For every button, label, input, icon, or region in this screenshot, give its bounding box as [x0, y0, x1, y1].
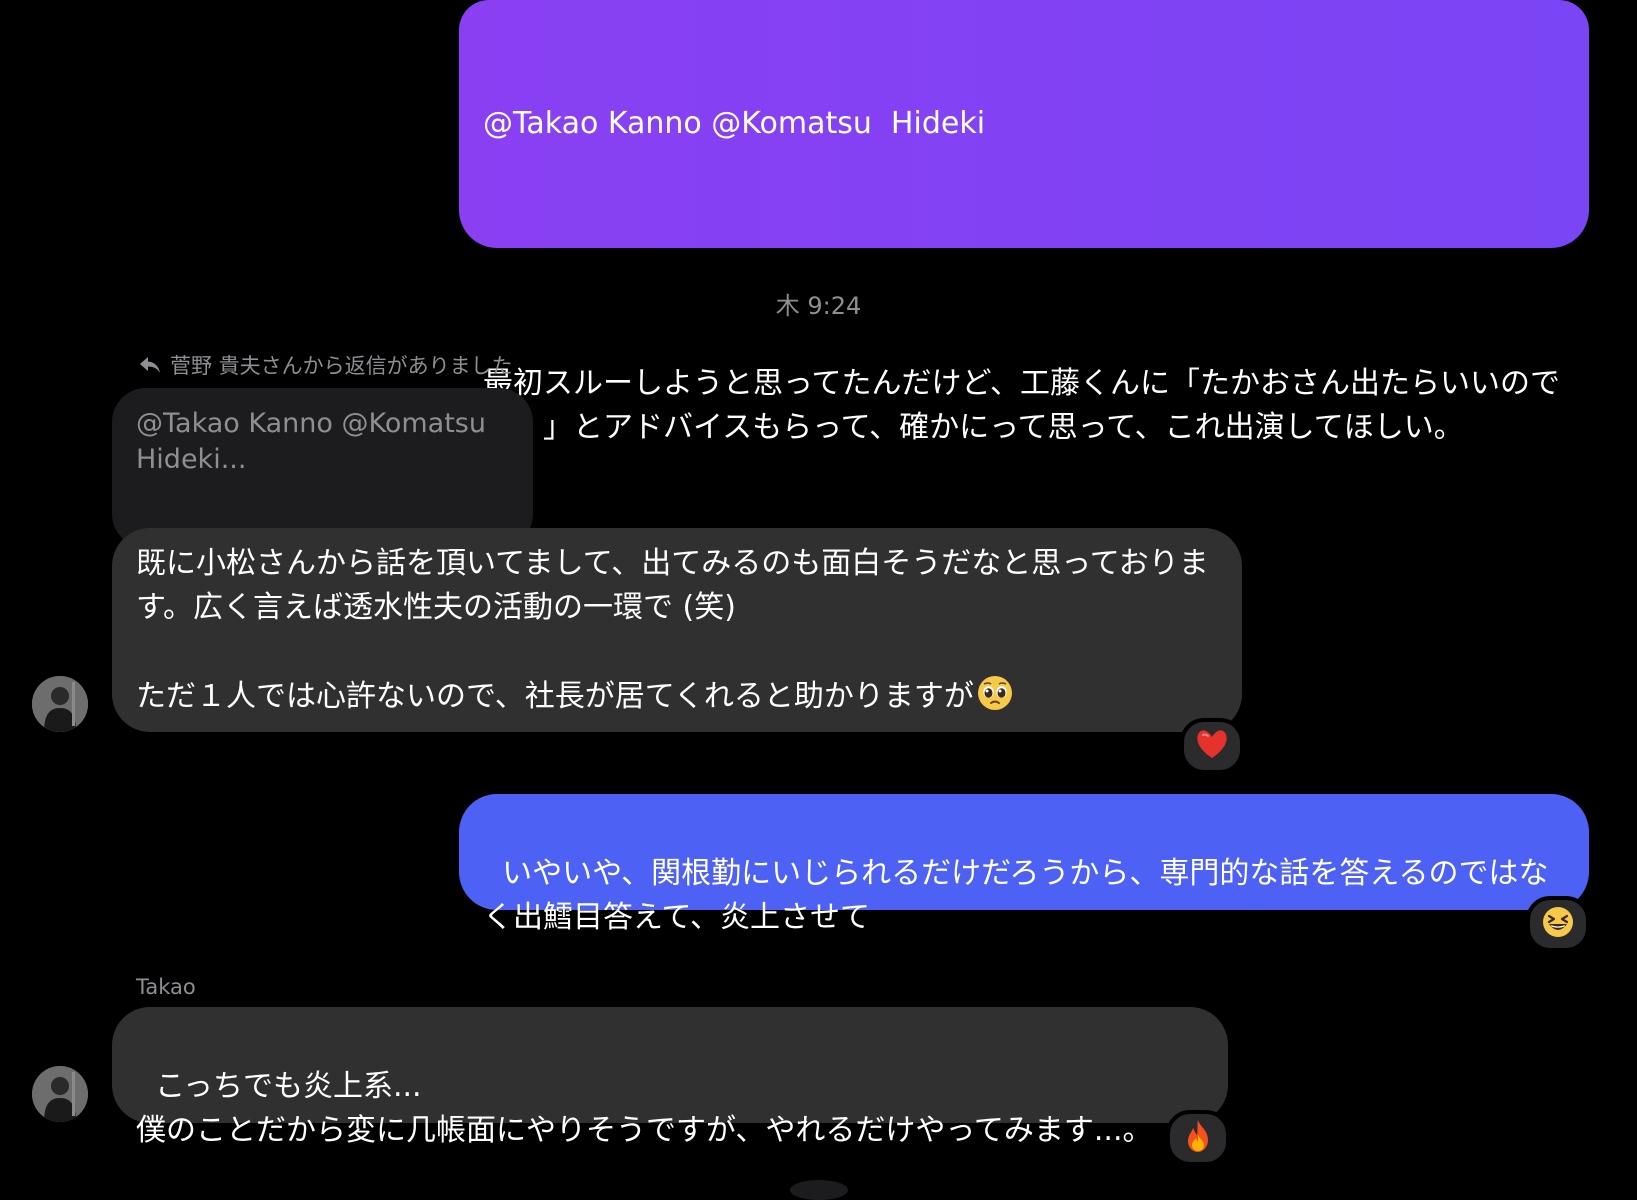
reaction-badge-grinning[interactable] — [1526, 896, 1590, 952]
grinning-squinting-face-icon — [1542, 906, 1574, 942]
reply-note: 菅野 貴夫さんから返信がありました — [138, 350, 513, 380]
heart-icon — [1195, 729, 1229, 763]
outgoing-message-1[interactable]: @Takao Kanno @Komatsu Hideki 最初スルーしようと思っ… — [459, 0, 1589, 445]
timestamp: 木 9:24 — [775, 292, 862, 320]
quoted-text: @Takao Kanno @Komatsu Hideki... — [136, 408, 486, 475]
message-text: 既に小松さんから話を頂いてまして、出てみるのも面白そうだなと思っております。広く… — [136, 546, 1209, 714]
reaction-badge-fire[interactable] — [1166, 1110, 1230, 1166]
sender-name: Takao — [136, 975, 196, 999]
reply-arrow-icon — [138, 355, 162, 375]
incoming-message-2[interactable]: こっちでも炎上系... 僕のことだから変に几帳面にやりそうですが、やれるだけやっ… — [112, 1007, 1228, 1148]
fire-icon — [1184, 1119, 1212, 1157]
pleading-face-icon — [976, 674, 1014, 725]
message-text: いやいや、関根勤にいじられるだけだろうから、専門的な話を答えるのではなく出鱈目答… — [483, 856, 1549, 935]
message-text: 最初スルーしようと思ってたんだけど、工藤くんに「たかおさん出たらいいのでは？」と… — [483, 366, 1560, 445]
avatar[interactable] — [32, 1066, 88, 1122]
message-mentions: @Takao Kanno @Komatsu Hideki — [483, 106, 986, 141]
reply-note-text: 菅野 貴夫さんから返信がありました — [170, 354, 513, 378]
reaction-badge-heart[interactable] — [1180, 718, 1244, 774]
incoming-message-1[interactable]: 既に小松さんから話を頂いてまして、出てみるのも面白そうだなと思っております。広く… — [112, 528, 1242, 732]
outgoing-message-2[interactable]: いやいや、関根勤にいじられるだけだろうから、専門的な話を答えるのではなく出鱈目答… — [459, 794, 1589, 935]
avatar[interactable] — [32, 676, 88, 732]
quoted-message[interactable]: @Takao Kanno @Komatsu Hideki... — [112, 388, 533, 548]
message-text: こっちでも炎上系... 僕のことだから変に几帳面にやりそうですが、やれるだけやっ… — [136, 1069, 1153, 1148]
scroll-indicator — [790, 1180, 848, 1200]
